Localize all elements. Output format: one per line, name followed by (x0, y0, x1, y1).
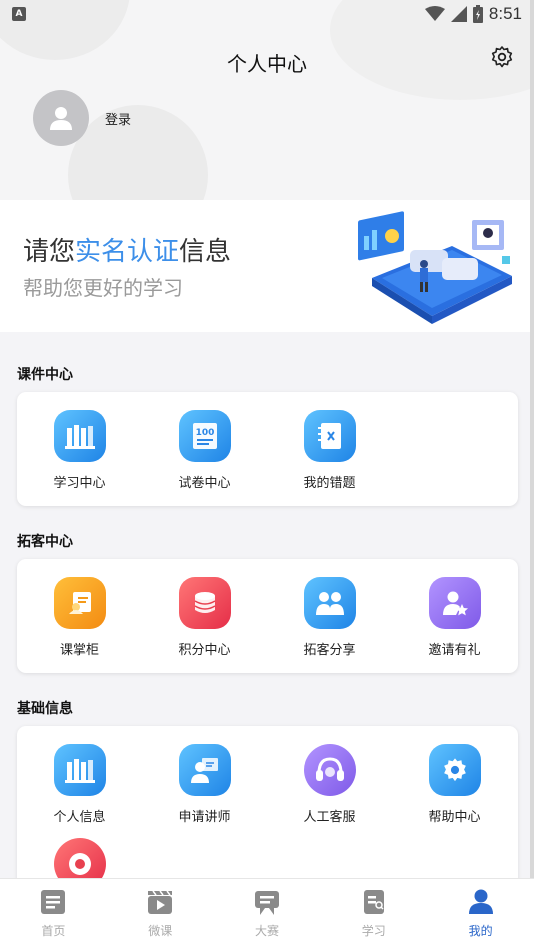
grid-item-personal-info[interactable]: 个人信息 (17, 744, 142, 825)
status-bar: A 8:51 (0, 0, 534, 28)
tab-micro-course[interactable]: 微课 (107, 879, 214, 950)
tab-label: 大赛 (254, 924, 279, 938)
people-share-icon (303, 577, 356, 629)
profile-icon (468, 889, 493, 914)
grid-item-invite-rewards[interactable]: 邀请有礼 (392, 577, 517, 658)
login-link[interactable]: 登录 (105, 109, 131, 128)
banner-title-prefix: 请您 (23, 237, 76, 267)
avatar[interactable] (33, 90, 89, 146)
section-title-basic-info: 基础信息 (17, 701, 73, 717)
invite-user-icon (428, 577, 481, 629)
tab-contest[interactable]: 大赛 (214, 879, 321, 950)
tab-label: 学习 (361, 924, 386, 938)
gear-icon[interactable] (490, 45, 514, 69)
exam-100-icon: 100 (178, 410, 231, 462)
home-icon (41, 890, 66, 914)
contest-icon (254, 891, 279, 915)
grid-item-apply-lecturer[interactable]: 申请讲师 (142, 744, 267, 825)
app-notification-icon: A (12, 7, 26, 21)
grid-label: 个人信息 (53, 810, 106, 825)
lecturer-icon (178, 744, 231, 796)
profile-header: A 8:51 个人中心 登录 (0, 0, 534, 200)
page-title: 个人中心 (227, 52, 307, 76)
header-decoration (68, 105, 208, 200)
clock: 8:51 (488, 4, 522, 23)
grid-label: 积分中心 (178, 643, 231, 658)
grid-item-customer-share[interactable]: 拓客分享 (267, 577, 392, 658)
notebook-x-icon (303, 410, 356, 462)
grid-item-customer-service[interactable]: 人工客服 (267, 744, 392, 825)
verification-illustration-icon (358, 211, 512, 324)
courseware-card: 学习中心 100 试卷中心 我的错题 (17, 392, 518, 506)
grid-item-study-center[interactable]: 学习中心 (17, 410, 142, 491)
tab-study[interactable]: 学习 (320, 879, 427, 950)
books-icon (53, 410, 106, 462)
section-title-courseware: 课件中心 (17, 367, 73, 383)
grid-label: 申请讲师 (178, 810, 231, 825)
svg-text:100: 100 (195, 428, 214, 438)
banner-title: 请您实名认证信息 (23, 231, 231, 268)
user-icon (50, 107, 72, 130)
banner-title-suffix: 信息 (179, 237, 232, 267)
grid-label: 人工客服 (303, 810, 356, 825)
signal-icon (450, 6, 467, 22)
grid-item-points-center[interactable]: 积分中心 (142, 577, 267, 658)
customer-growth-card: 课掌柜 积分中心 拓客分享 邀请有礼 (17, 559, 518, 673)
gear-icon (428, 744, 481, 796)
grid-label: 试卷中心 (178, 476, 231, 491)
books-icon (53, 744, 106, 796)
section-title-customer-growth: 拓客中心 (17, 534, 73, 550)
grid-label: 帮助中心 (428, 810, 481, 825)
battery-icon (472, 5, 483, 23)
headset-icon (303, 744, 356, 796)
grid-item-help-center[interactable]: 帮助中心 (392, 744, 517, 825)
bottom-tab-bar: 首页 微课 大赛 学习 我的 (0, 878, 534, 950)
scrollbar[interactable] (530, 0, 534, 878)
banner-title-highlight: 实名认证 (75, 237, 180, 267)
grid-item-my-mistakes[interactable]: 我的错题 (267, 410, 392, 491)
grid-label: 拓客分享 (303, 643, 356, 658)
shopkeeper-icon (53, 577, 106, 629)
grid-label: 邀请有礼 (428, 643, 481, 658)
tab-label: 首页 (41, 924, 66, 938)
real-name-verify-banner[interactable]: 请您实名认证信息 帮助您更好的学习 (0, 200, 534, 332)
grid-label: 我的错题 (303, 476, 356, 491)
coins-icon (178, 577, 231, 629)
video-icon (148, 890, 173, 914)
grid-label: 课掌柜 (59, 643, 99, 658)
grid-item-shopkeeper[interactable]: 课掌柜 (17, 577, 142, 658)
grid-label: 学习中心 (53, 476, 106, 491)
wifi-icon (424, 6, 445, 21)
tab-label: 我的 (468, 924, 493, 938)
banner-subtitle: 帮助您更好的学习 (23, 276, 183, 300)
study-icon (363, 890, 384, 914)
tab-mine[interactable]: 我的 (427, 879, 534, 950)
grid-item-exam-center[interactable]: 100 试卷中心 (142, 410, 267, 491)
tab-label: 微课 (148, 924, 173, 938)
tab-home[interactable]: 首页 (0, 879, 107, 950)
